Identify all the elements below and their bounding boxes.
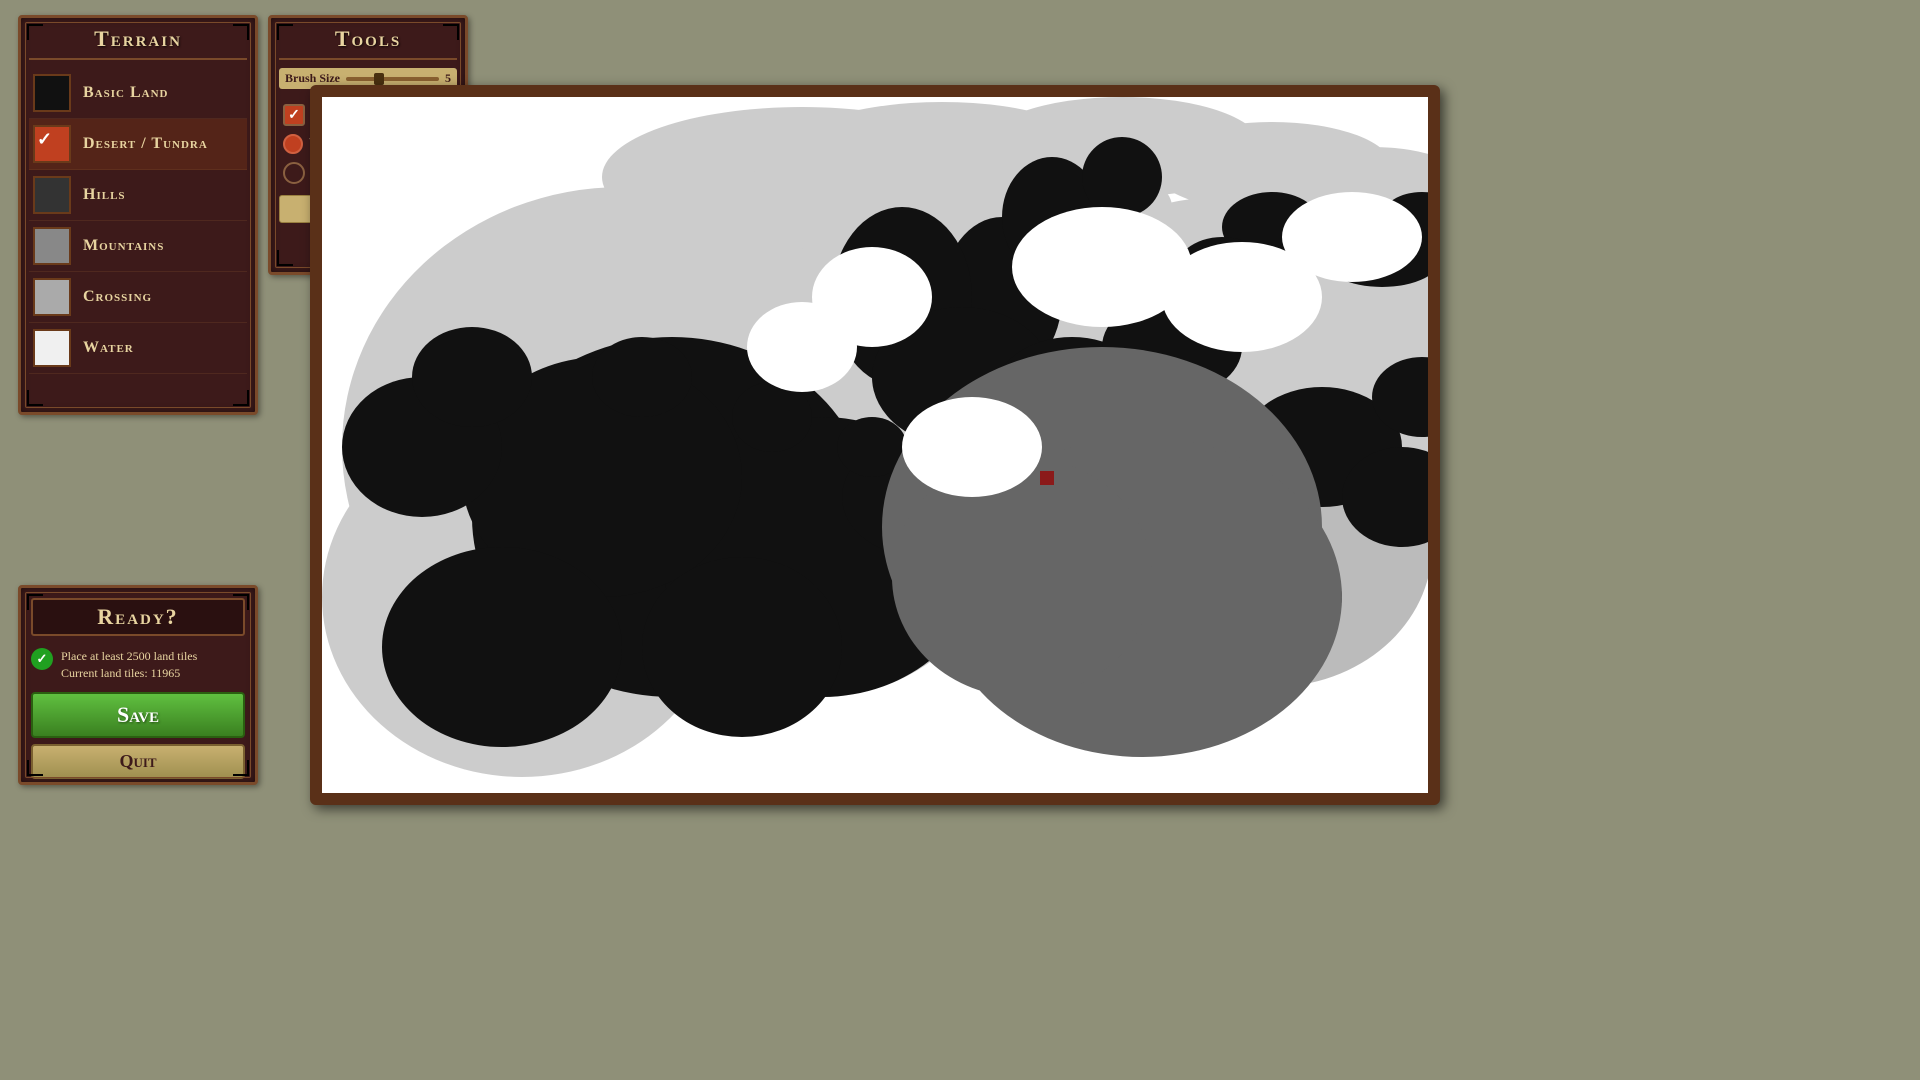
terrain-item-basic-land[interactable]: Basic Land bbox=[29, 68, 247, 119]
crossing-color bbox=[33, 278, 71, 316]
water-color bbox=[33, 329, 71, 367]
map-svg bbox=[322, 97, 1428, 793]
terrain-item-mountains[interactable]: Mountains bbox=[29, 221, 247, 272]
terrain-item-desert[interactable]: ✓ Desert / Tundra bbox=[29, 119, 247, 170]
tools-title: Tools bbox=[279, 26, 457, 60]
crossing-label: Crossing bbox=[83, 288, 152, 306]
terrain-item-water[interactable]: Water bbox=[29, 323, 247, 374]
quit-button[interactable]: Quit bbox=[31, 744, 245, 779]
ready-panel: Ready? Place at least 2500 land tiles Cu… bbox=[18, 585, 258, 785]
brush-slider-thumb bbox=[374, 73, 384, 85]
basic-land-color bbox=[33, 74, 71, 112]
terrain-item-hills[interactable]: Hills bbox=[29, 170, 247, 221]
desert-color: ✓ bbox=[33, 125, 71, 163]
brush-checkbox[interactable] bbox=[283, 104, 305, 126]
brush-size-value: 5 bbox=[445, 71, 451, 86]
basic-land-label: Basic Land bbox=[83, 84, 168, 102]
water-label: Water bbox=[83, 339, 134, 357]
ready-title: Ready? bbox=[97, 604, 178, 629]
ready-requirement-text: Place at least 2500 land tiles Current l… bbox=[61, 648, 197, 682]
ready-title-box: Ready? bbox=[31, 598, 245, 636]
mountains-label: Mountains bbox=[83, 237, 164, 255]
terrain-mask-checkbox[interactable] bbox=[283, 134, 303, 154]
map-frame bbox=[310, 85, 1440, 805]
map-canvas[interactable] bbox=[322, 97, 1428, 793]
terrain-title: Terrain bbox=[29, 26, 247, 60]
desert-label: Desert / Tundra bbox=[83, 135, 208, 153]
mountains-color bbox=[33, 227, 71, 265]
hills-label: Hills bbox=[83, 186, 126, 204]
terrain-panel: Terrain Basic Land ✓ Desert / Tundra Hil… bbox=[18, 15, 258, 415]
brush-size-slider[interactable] bbox=[346, 77, 439, 81]
brush-size-label: Brush Size bbox=[285, 71, 340, 86]
bucket-checkbox[interactable] bbox=[283, 162, 305, 184]
save-button[interactable]: Save bbox=[31, 692, 245, 738]
terrain-item-crossing[interactable]: Crossing bbox=[29, 272, 247, 323]
requirement-check-icon bbox=[31, 648, 53, 670]
ready-requirement: Place at least 2500 land tiles Current l… bbox=[31, 648, 245, 682]
hills-color bbox=[33, 176, 71, 214]
